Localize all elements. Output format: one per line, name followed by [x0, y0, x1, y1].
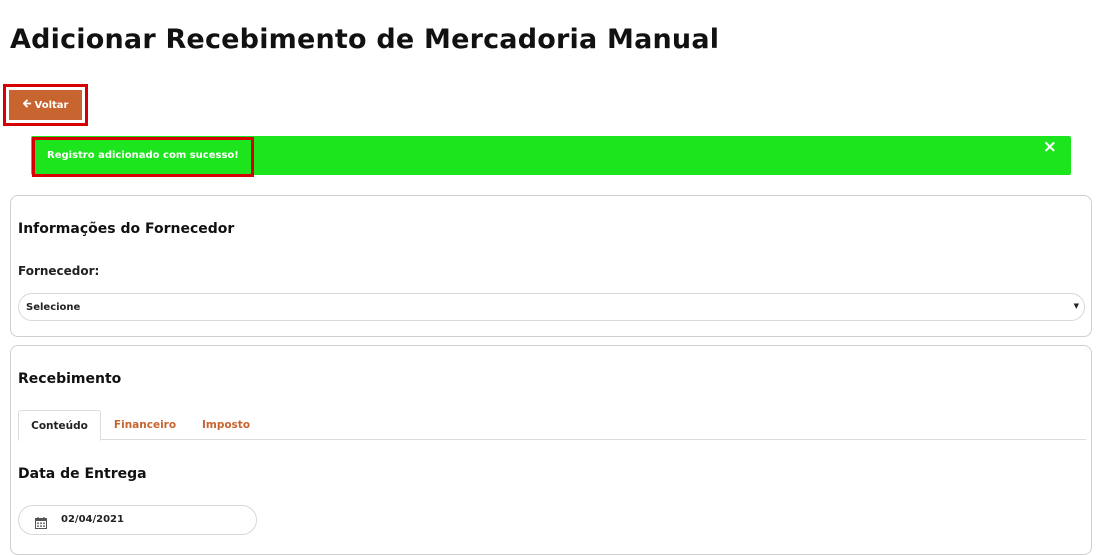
delivery-date-input[interactable]: 02/04/2021 — [18, 505, 257, 535]
receiving-tabs: Conteúdo Financeiro Imposto — [18, 410, 1086, 441]
arrow-left-icon — [22, 99, 32, 111]
close-icon[interactable]: × — [1043, 139, 1057, 156]
supplier-info-card: Informações do Fornecedor Fornecedor: Se… — [10, 195, 1092, 337]
delivery-date-value: 02/04/2021 — [61, 514, 124, 525]
receiving-card: Recebimento Conteúdo Financeiro Imposto … — [10, 345, 1092, 555]
tab-financeiro[interactable]: Financeiro — [112, 410, 178, 440]
calendar-icon — [35, 514, 47, 529]
tab-conteudo[interactable]: Conteúdo — [18, 410, 101, 441]
supplier-select-value: Selecione — [26, 302, 81, 313]
tab-imposto[interactable]: Imposto — [199, 410, 253, 440]
back-button-label: Voltar — [34, 99, 69, 111]
back-button[interactable]: Voltar — [9, 90, 82, 120]
highlight-frame-alert-message — [32, 137, 254, 177]
receiving-section-title: Recebimento — [18, 371, 122, 387]
supplier-select[interactable]: Selecione ▼ — [18, 293, 1085, 321]
supplier-label: Fornecedor: — [18, 264, 100, 278]
chevron-down-icon: ▼ — [1073, 302, 1079, 310]
supplier-section-title: Informações do Fornecedor — [18, 221, 235, 237]
page-title: Adicionar Recebimento de Mercadoria Manu… — [10, 24, 720, 55]
delivery-date-title: Data de Entrega — [18, 466, 147, 482]
